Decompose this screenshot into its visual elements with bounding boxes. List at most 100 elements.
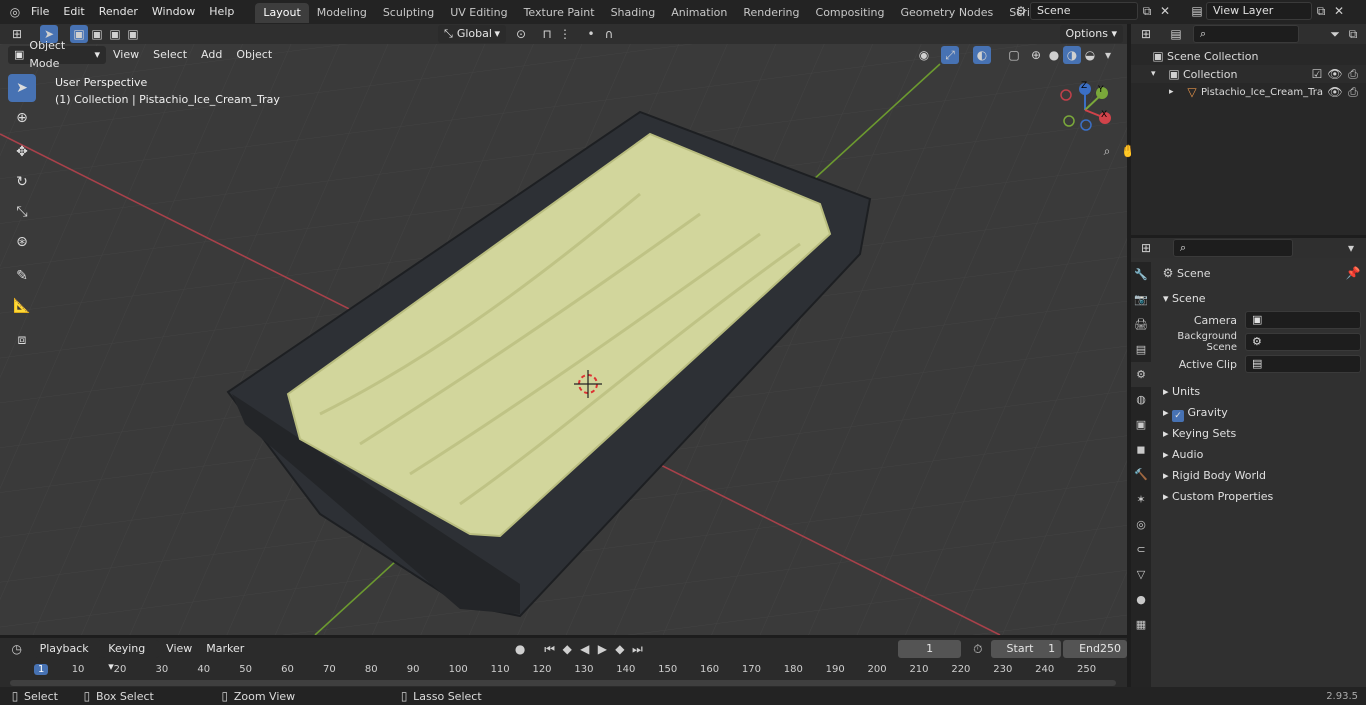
expand-arrow-icon[interactable]: ▸ [1169,87,1183,97]
menu-object[interactable]: Object [229,43,279,67]
navigation-gizmo[interactable]: Z Y X [1058,80,1116,136]
mode-dropdown[interactable]: ▣ Object Mode ▾ [8,39,106,70]
zoom-icon[interactable]: ⌕ [1098,142,1116,160]
camera-render-icon[interactable]: ⎙ [1344,83,1362,101]
tab-shading[interactable]: Shading [603,3,664,23]
eye-icon[interactable]: 👁 [1326,65,1344,83]
select-intersect-icon[interactable]: ▣ [124,25,142,43]
proportional-edit-icon[interactable]: • [582,25,600,43]
new-collection-icon[interactable]: ⧉ [1344,25,1362,43]
view-layer-icon[interactable]: ▤ [1188,2,1206,20]
keying-sets-panel-header[interactable]: ▸ Keying Sets [1153,423,1366,444]
outliner-search-input[interactable]: ⌕ [1193,25,1299,43]
frame-ruler[interactable]: 1 10 20 30 40 50 60 70 80 90 100 110 120 130 140 150 160… [0,662,1127,680]
filter-icon[interactable]: ⏷ [1326,25,1344,43]
stopwatch-icon[interactable]: ⏱ [969,640,987,658]
menu-edit[interactable]: Edit [56,0,91,24]
scene-panel-header[interactable]: ▾ Scene [1153,288,1366,309]
move-tool[interactable]: ✥ [8,138,36,166]
measure-tool[interactable]: 📐 [8,292,36,320]
menu-view[interactable]: View [106,43,146,67]
delete-view-layer-icon[interactable]: ✕ [1330,2,1348,20]
add-cube-tool[interactable]: ⧈ [8,326,36,354]
gizmo-toggle-icon[interactable]: ⤢ [941,46,959,64]
pin-icon[interactable]: 📌 [1344,264,1362,282]
jump-start-icon[interactable]: ⏮ [541,640,559,658]
marker-menu[interactable]: Marker [199,637,251,661]
data-tab-icon[interactable]: ▽ [1131,562,1151,587]
render-tab-icon[interactable]: 📷 [1131,287,1151,312]
scale-tool[interactable]: ⤡ [8,198,36,226]
properties-search-input[interactable]: ⌕ [1173,239,1293,257]
material-shading-icon[interactable]: ◑ [1063,46,1081,64]
gravity-panel-header[interactable]: ▸ ✓ Gravity [1153,402,1366,423]
start-frame-field[interactable]: Start 1 [990,640,1062,658]
menu-select[interactable]: Select [146,43,194,67]
menu-add[interactable]: Add [194,43,229,67]
particles-tab-icon[interactable]: ✶ [1131,487,1151,512]
units-panel-header[interactable]: ▸ Units [1153,381,1366,402]
shading-options-icon[interactable]: ▾ [1099,46,1117,64]
modifier-tab-icon[interactable]: 🔨 [1131,462,1151,487]
solid-shading-icon[interactable]: ● [1045,46,1063,64]
custom-properties-panel-header[interactable]: ▸ Custom Properties [1153,486,1366,507]
end-frame-field[interactable]: End 250 [1063,640,1127,658]
eye-icon[interactable]: 👁 [1326,83,1344,101]
tab-rendering[interactable]: Rendering [735,3,807,23]
collection-tab-icon[interactable]: ▣ [1131,412,1151,437]
view-layer-field[interactable]: View Layer [1206,2,1312,20]
playback-menu[interactable]: Playback ▾ [33,640,103,673]
tool-tab-icon[interactable]: 🔧 [1131,262,1151,287]
display-mode-icon[interactable]: ▤ [1167,25,1185,43]
rigid-body-panel-header[interactable]: ▸ Rigid Body World [1153,465,1366,486]
camera-field[interactable]: ▣ [1245,311,1361,329]
menu-render[interactable]: Render [92,0,145,24]
menu-window[interactable]: Window [145,0,202,24]
gravity-checkbox[interactable]: ✓ [1172,410,1185,422]
prev-keyframe-icon[interactable]: ◆ [558,640,576,658]
timeline-type-icon[interactable]: ◷ [8,640,26,658]
outliner-item-collection[interactable]: ▾ ▣ Collection ☑ 👁 ⎙ [1131,65,1366,83]
tab-sculpting[interactable]: Sculpting [375,3,442,23]
outliner-scene-collection[interactable]: ▣ Scene Collection [1131,47,1366,65]
keying-menu[interactable]: Keying ▾ [102,640,160,673]
options-dropdown[interactable]: Options ▾ [1059,25,1123,43]
snap-target-icon[interactable]: ⋮ [556,25,574,43]
timeline-view-menu[interactable]: View [159,637,199,661]
tab-compositing[interactable]: Compositing [808,3,893,23]
output-tab-icon[interactable]: 🖨 [1131,312,1151,337]
tab-layout[interactable]: Layout [255,3,309,23]
rendered-shading-icon[interactable]: ◒ [1081,46,1099,64]
tab-modeling[interactable]: Modeling [309,3,375,23]
background-scene-field[interactable]: ⚙ [1245,333,1361,351]
material-tab-icon[interactable]: ● [1131,587,1151,612]
current-frame-field[interactable]: 1 [898,640,961,658]
transform-orientation-dropdown[interactable]: ⤡ Global ▾ [438,25,506,43]
jump-end-icon[interactable]: ⏭ [629,640,647,658]
outliner-item-object[interactable]: ▸ ▽ Pistachio_Ice_Cream_Tra 👁 ⎙ [1131,83,1366,101]
tab-geometry-nodes[interactable]: Geometry Nodes [892,3,1001,23]
select-box-tool[interactable]: ➤ [8,74,36,102]
menu-help[interactable]: Help [202,0,241,24]
scene-name-field[interactable]: Scene [1030,2,1138,20]
tab-uv-editing[interactable]: UV Editing [442,3,515,23]
blender-logo-icon[interactable]: ◎ [6,3,24,21]
xray-icon[interactable]: ▢ [1005,46,1023,64]
object-tab-icon[interactable]: ◼ [1131,437,1151,462]
transform-tool[interactable]: ⊛ [8,228,36,256]
tab-texture-paint[interactable]: Texture Paint [516,3,603,23]
falloff-icon[interactable]: ∩ [600,25,618,43]
3d-viewport[interactable] [0,44,1127,635]
constraints-tab-icon[interactable]: ⊂ [1131,537,1151,562]
record-icon[interactable]: ● [511,640,529,658]
scene-icon[interactable]: ⚙ [1012,2,1030,20]
visibility-icon[interactable]: ◉ [915,46,933,64]
overlay-toggle-icon[interactable]: ◐ [973,46,991,64]
pivot-point-icon[interactable]: ⊙ [512,25,530,43]
new-view-layer-icon[interactable]: ⧉ [1312,2,1330,20]
cursor-tool[interactable]: ⊕ [8,104,36,132]
wireframe-shading-icon[interactable]: ⊕ [1027,46,1045,64]
menu-file[interactable]: File [24,0,56,24]
play-reverse-icon[interactable]: ◀ [576,640,594,658]
audio-panel-header[interactable]: ▸ Audio [1153,444,1366,465]
